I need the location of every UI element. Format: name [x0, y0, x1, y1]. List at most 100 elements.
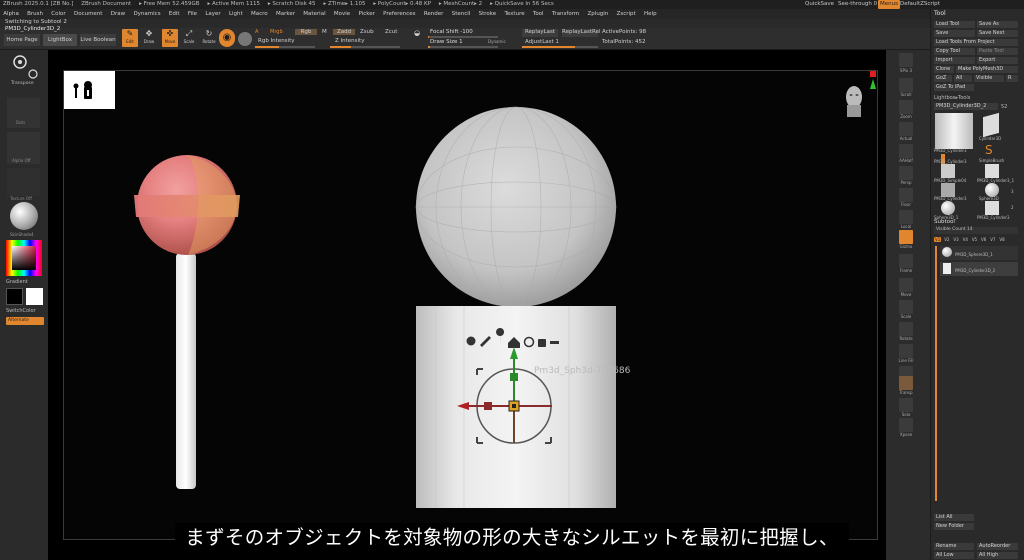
edit-button[interactable]: ✎ Edit [122, 29, 138, 47]
color-picker-square[interactable] [12, 246, 36, 270]
zcut-button[interactable]: Zcut [385, 29, 397, 35]
lightbox-button[interactable]: LightBox [43, 34, 77, 46]
menu-document[interactable]: Document [71, 9, 106, 19]
scroll-button[interactable] [899, 78, 913, 92]
zadd-button[interactable]: Zadd [333, 29, 355, 35]
menu-zscript[interactable]: Zscript [613, 9, 638, 19]
subtool-scrollbar[interactable] [935, 246, 937, 501]
zsub-button[interactable]: Zsub [360, 29, 374, 35]
default-zscript-button[interactable]: DefaultZScript [900, 0, 940, 9]
save-as-button[interactable]: Save As [977, 21, 1018, 28]
rotate-view-button[interactable] [899, 322, 913, 336]
sphere-material-button[interactable]: ◉ [219, 29, 235, 47]
rgb-button[interactable]: Rgb [295, 29, 317, 35]
adjust-last-slider[interactable] [522, 46, 598, 48]
transp-button[interactable] [899, 376, 913, 390]
gizmo-settings-icon[interactable] [466, 336, 476, 346]
all-low-button[interactable]: All Low [934, 552, 974, 559]
tool-thumb-cylinder3[interactable] [941, 183, 955, 197]
menu-file[interactable]: File [185, 9, 201, 19]
goz-r-button[interactable]: R [1006, 75, 1018, 82]
move-view-button[interactable] [899, 278, 913, 292]
version-v2[interactable]: V2 [943, 237, 950, 242]
menus-button[interactable]: Menus [878, 0, 900, 9]
primary-color-swatch[interactable] [26, 288, 43, 305]
menu-picker[interactable]: Picker [355, 9, 378, 19]
menu-light[interactable]: Light [226, 9, 246, 19]
rotate-button[interactable]: ↻ Rotate [200, 29, 218, 47]
menu-texture[interactable]: Texture [501, 9, 528, 19]
persp-button[interactable] [899, 166, 913, 180]
simple-brush-icon[interactable]: S [985, 143, 993, 157]
menu-layer[interactable]: Layer [202, 9, 224, 19]
goz-to-ipad-button[interactable]: GoZ To iPad [934, 84, 974, 91]
replay-last-rel-button[interactable]: ReplayLastRel [562, 29, 601, 37]
all-high-button[interactable]: All High [977, 552, 1018, 559]
xpose-button[interactable] [899, 418, 913, 432]
tool-thumb-sphere3d[interactable] [985, 183, 999, 197]
move-button[interactable]: ✜ Move [162, 29, 178, 47]
texture-button[interactable] [7, 168, 40, 196]
rgb-intensity-slider[interactable] [255, 46, 315, 48]
menu-tool[interactable]: Tool [530, 9, 547, 19]
color-picker[interactable] [6, 240, 42, 276]
version-v5[interactable]: V5 [971, 237, 978, 242]
material-icon[interactable] [10, 202, 38, 230]
switch-color-button[interactable]: SwitchColor [6, 308, 36, 314]
version-v3[interactable]: V3 [952, 237, 959, 242]
subtool-row[interactable]: PM3D_Sphere3D_1 [940, 246, 1018, 260]
gizmo-lock-icon[interactable] [538, 339, 546, 347]
menu-movie[interactable]: Movie [331, 9, 354, 19]
gizmo-button[interactable] [899, 230, 913, 244]
material-sphere-icon[interactable] [238, 32, 252, 46]
save-next-button[interactable]: Save Next [977, 30, 1018, 37]
paste-tool-button[interactable]: Paste Tool [977, 48, 1018, 55]
scale-button[interactable]: ⤢ Scale [180, 29, 198, 47]
tool-thumb-cylinder1[interactable] [985, 164, 999, 178]
menu-draw[interactable]: Draw [108, 9, 129, 19]
menu-stroke[interactable]: Stroke [475, 9, 499, 19]
solo-button[interactable] [899, 398, 913, 412]
live-boolean-button[interactable]: Live Boolean [80, 34, 116, 46]
secondary-color-swatch[interactable] [6, 288, 23, 305]
line-fill-button[interactable] [899, 344, 913, 358]
m-button[interactable]: M [322, 29, 327, 35]
z-intensity-slider[interactable] [330, 46, 400, 48]
copy-tool-button[interactable]: Copy Tool [934, 48, 975, 55]
alternate-button[interactable]: Alternate [6, 317, 44, 325]
menu-preferences[interactable]: Preferences [380, 9, 419, 19]
dynamic-button[interactable]: Dynamic [488, 39, 506, 44]
replay-last-button[interactable]: ReplayLast [522, 29, 558, 37]
floor-button[interactable] [899, 188, 913, 202]
draw-size-slider[interactable] [428, 46, 498, 48]
draw-button[interactable]: ✥ Draw [140, 29, 158, 47]
actual-button[interactable] [899, 122, 913, 136]
transpose-button[interactable] [8, 52, 38, 80]
export-button[interactable]: Export [977, 57, 1018, 64]
import-button[interactable]: Import [934, 57, 975, 64]
menu-marker[interactable]: Marker [273, 9, 298, 19]
tool-thumb-cylinder3-b[interactable] [985, 201, 999, 215]
goz-all-button[interactable]: All [954, 75, 972, 82]
aahalf-button[interactable] [899, 144, 913, 158]
subtool-row-selected[interactable]: PM3D_Cylinder3D_2 [940, 262, 1018, 276]
save-button[interactable]: Save [934, 30, 975, 37]
menu-dynamics[interactable]: Dynamics [130, 9, 164, 19]
gizmo-more-icon[interactable] [550, 341, 559, 344]
make-polymesh-button[interactable]: Make PolyMesh3D [956, 66, 1018, 73]
menu-help[interactable]: Help [641, 9, 660, 19]
menu-transform[interactable]: Transform [549, 9, 583, 19]
subtool-header[interactable]: Subtool [934, 219, 955, 225]
goz-button[interactable]: GoZ [934, 75, 952, 82]
version-v6[interactable]: V6 [980, 237, 987, 242]
goz-visible-button[interactable]: Visible [974, 75, 1004, 82]
menu-macro[interactable]: Macro [248, 9, 271, 19]
current-tool-field[interactable]: PM3D_Cylinder3D_2 [934, 103, 998, 110]
menu-brush[interactable]: Brush [24, 9, 46, 19]
spix-button[interactable] [899, 53, 913, 67]
load-tool-button[interactable]: Load Tool [934, 21, 975, 28]
menu-alpha[interactable]: Alpha [0, 9, 22, 19]
home-page-button[interactable]: Home Page [4, 34, 40, 46]
frame-button[interactable] [899, 254, 913, 268]
menu-zplugin[interactable]: Zplugin [584, 9, 611, 19]
